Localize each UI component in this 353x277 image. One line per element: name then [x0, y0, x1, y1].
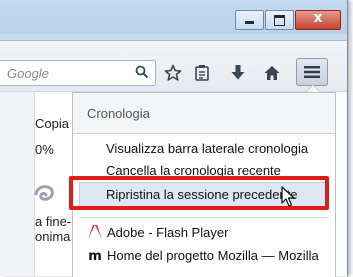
- browser-window: x Copia 0% a fine-: [0, 0, 348, 277]
- page-label-percent: 0%: [35, 142, 54, 157]
- svg-text:m: m: [88, 249, 102, 263]
- history-panel-header: Cronologia: [73, 93, 335, 134]
- maximize-icon[interactable]: [265, 10, 294, 30]
- window-controls: x: [234, 10, 341, 30]
- hamburger-menu-icon[interactable]: [296, 58, 328, 86]
- close-glyph: x: [313, 10, 323, 26]
- title-bar: x: [0, 0, 347, 34]
- home-icon[interactable]: [259, 60, 285, 86]
- page-text-line1: a fine-: [35, 214, 72, 229]
- mouse-cursor-icon: [281, 186, 295, 211]
- minimize-icon[interactable]: [235, 10, 264, 30]
- search-input[interactable]: [5, 65, 127, 82]
- page-sidebar-strip: [0, 92, 35, 276]
- history-entry-adobe[interactable]: Adobe - Flash Player: [87, 224, 228, 240]
- page-label-copia: Copia: [35, 116, 69, 131]
- history-entry-mozilla-label: Home del progetto Mozilla — Mozilla: [107, 247, 319, 263]
- star-icon[interactable]: [160, 60, 186, 86]
- close-icon[interactable]: x: [295, 10, 341, 30]
- mozilla-icon: m: [87, 247, 103, 263]
- page-text-line2: onima: [35, 229, 71, 244]
- menu-item-show-sidebar[interactable]: Visualizza barra laterale cronologia: [106, 141, 308, 156]
- history-entry-adobe-label: Adobe - Flash Player: [107, 224, 229, 240]
- navigation-toolbar: [0, 40, 347, 91]
- adobe-icon: [87, 224, 103, 240]
- page-logo-icon: [34, 184, 56, 205]
- download-icon[interactable]: [225, 60, 251, 86]
- search-icon[interactable]: [135, 65, 149, 82]
- reading-list-icon[interactable]: [189, 60, 215, 86]
- panel-divider: [79, 217, 329, 218]
- search-box[interactable]: [0, 60, 156, 86]
- history-panel-title: Cronologia: [87, 106, 150, 121]
- history-entry-mozilla[interactable]: m Home del progetto Mozilla — Mozilla: [87, 247, 319, 263]
